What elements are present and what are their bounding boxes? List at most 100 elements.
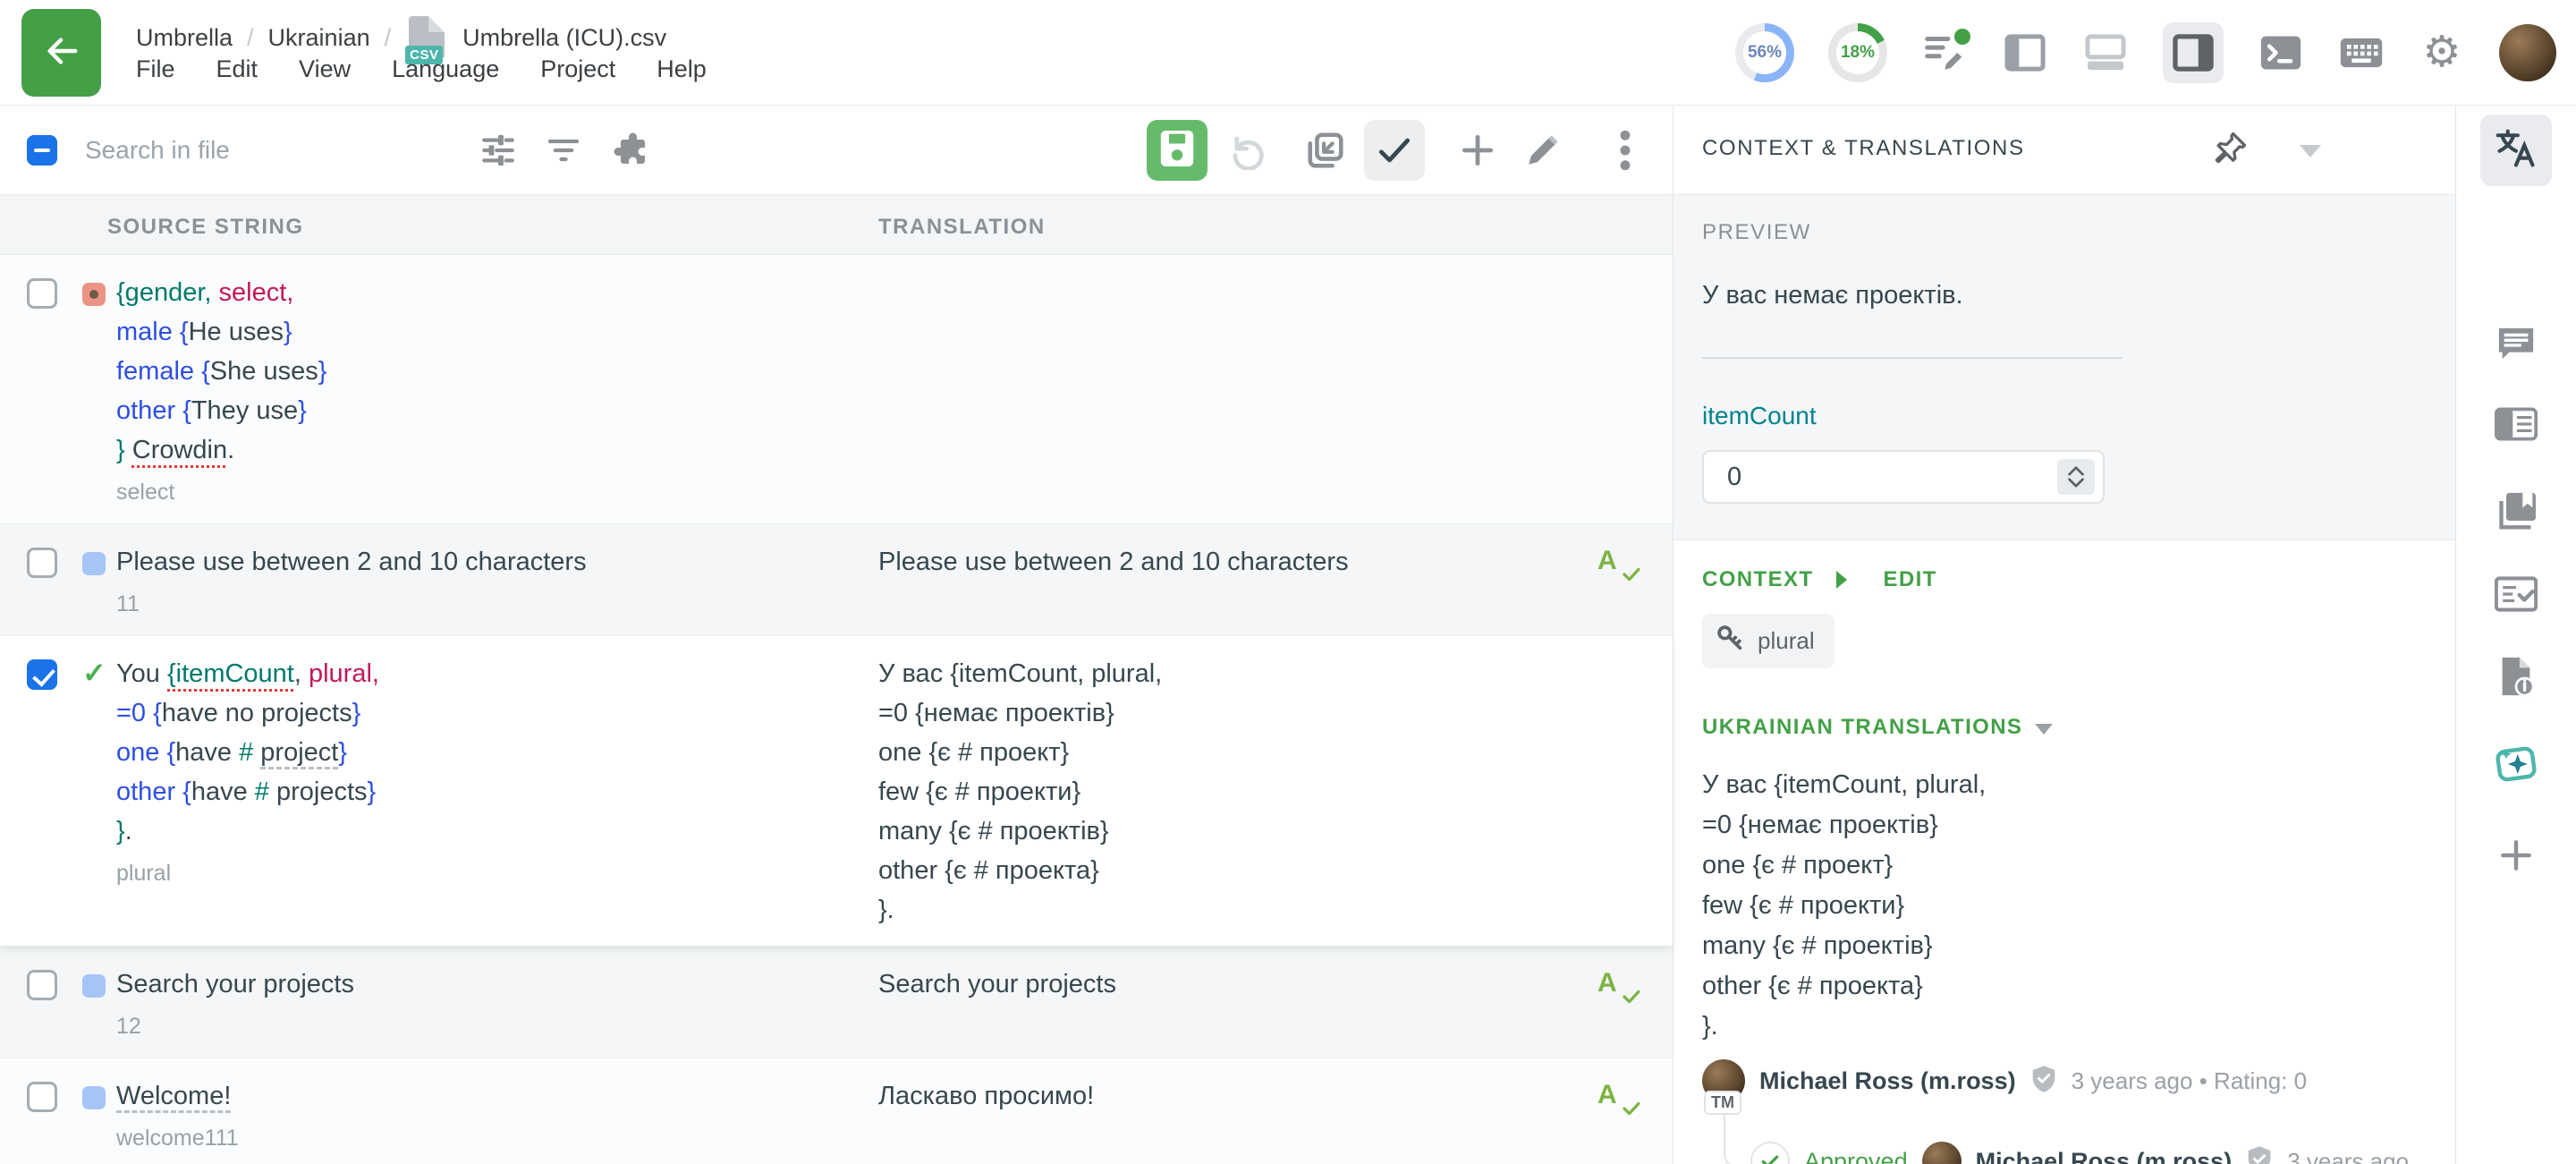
- menu-file[interactable]: File: [136, 55, 175, 83]
- console-button[interactable]: [2258, 30, 2304, 76]
- approve-button[interactable]: [1364, 120, 1425, 181]
- breadcrumb-item[interactable]: Umbrella: [136, 24, 233, 52]
- translate-icon: [2495, 127, 2538, 174]
- table-row[interactable]: Welcome!welcome111Ласкаво просимо!A: [0, 1058, 1673, 1164]
- panel-options-chevron-icon[interactable]: [2300, 145, 2321, 157]
- status-translated-icon: [82, 552, 106, 575]
- source-string-cell: {gender, select,male {He uses}female {Sh…: [0, 255, 878, 523]
- number-spinner[interactable]: [2057, 459, 2095, 495]
- approved-label: Approved: [1804, 1148, 1908, 1164]
- chevron-down-icon: [2035, 724, 2053, 735]
- layout-bottom-panel-button[interactable]: [2082, 30, 2129, 76]
- breadcrumb-file-name[interactable]: Umbrella (ICU).csv: [462, 24, 666, 52]
- add-panel-button[interactable]: [2480, 821, 2552, 893]
- qa-checklist-icon: [2495, 576, 2538, 616]
- drafts-button[interactable]: [1921, 30, 1968, 76]
- context-expand-icon[interactable]: [1836, 571, 1847, 589]
- edit-context-link[interactable]: EDIT: [1883, 567, 1936, 592]
- tab-file-info[interactable]: [2480, 642, 2552, 714]
- string-key: welcome111: [116, 1123, 843, 1153]
- status-translated-icon: [82, 1086, 106, 1109]
- select-all-checkbox[interactable]: [27, 135, 57, 166]
- row-checkbox[interactable]: [27, 659, 57, 690]
- tab-tm-suggestions[interactable]: [2480, 390, 2552, 462]
- notification-dot: [1952, 26, 1973, 47]
- file-info-icon: [2496, 656, 2536, 701]
- suggestion-rating: Rating: 0: [2214, 1067, 2307, 1094]
- tab-translations[interactable]: [2480, 115, 2552, 186]
- pin-icon[interactable]: [2210, 129, 2250, 173]
- user-avatar[interactable]: [2499, 24, 2556, 81]
- translation-cell: У вас {itemCount, plural,=0 {немає проек…: [878, 636, 1673, 946]
- more-options-button[interactable]: [1595, 120, 1656, 181]
- tab-comments[interactable]: [2480, 310, 2552, 382]
- approver-avatar: [1922, 1142, 1962, 1164]
- translation-cell: Ласкаво просимо!A: [878, 1058, 1673, 1164]
- string-key: plural: [116, 858, 843, 888]
- approved-check-icon: [1750, 1142, 1790, 1164]
- tab-glossary[interactable]: [2480, 477, 2552, 548]
- approver-name: Michael Ross (m.ross): [1976, 1148, 2233, 1164]
- search-input[interactable]: [85, 123, 425, 177]
- shield-icon: [2030, 1065, 2057, 1098]
- tab-ai-assistant[interactable]: [2480, 730, 2552, 802]
- crowdin-editor: Umbrella/Ukrainian/CSVUmbrella (ICU).csv…: [0, 0, 2576, 1164]
- breadcrumb: Umbrella/Ukrainian/CSVUmbrella (ICU).csv: [136, 16, 666, 59]
- param-value-input[interactable]: 0: [1702, 450, 2105, 504]
- menu-help[interactable]: Help: [657, 55, 707, 83]
- preview-divider: [1702, 357, 2123, 359]
- translations-heading[interactable]: UKRAINIAN TRANSLATIONS: [1702, 715, 2427, 740]
- menu-language[interactable]: Language: [392, 55, 499, 83]
- context-link[interactable]: CONTEXT: [1702, 567, 1813, 592]
- breadcrumb-item[interactable]: Ukrainian: [268, 24, 370, 52]
- suggested-translation-text: У вас {itemCount, plural,=0 {немає проек…: [1702, 765, 2427, 1047]
- csv-file-icon: CSV: [409, 16, 445, 59]
- translation-cell: Please use between 2 and 10 charactersA: [878, 524, 1673, 635]
- panel-header: CONTEXT & TRANSLATIONS: [1674, 106, 2455, 195]
- row-checkbox[interactable]: [27, 1082, 57, 1112]
- keyboard-shortcuts-button[interactable]: [2338, 30, 2385, 76]
- menu-edit[interactable]: Edit: [216, 55, 258, 83]
- shield-icon: [2246, 1145, 2273, 1164]
- table-row[interactable]: ✓You {itemCount, plural,=0 {have no proj…: [0, 636, 1673, 947]
- row-checkbox[interactable]: [27, 278, 57, 309]
- top-bar: Umbrella/Ukrainian/CSVUmbrella (ICU).csv…: [0, 0, 2576, 106]
- plugins-button[interactable]: [601, 120, 662, 181]
- table-header: SOURCE STRING TRANSLATION: [0, 195, 1673, 255]
- back-arrow-icon: [41, 30, 82, 76]
- preview-label: PREVIEW: [1702, 220, 2419, 245]
- approved-progress-ring[interactable]: 18%: [1828, 23, 1887, 82]
- back-button[interactable]: [21, 9, 101, 97]
- approval-time: 3 years ago: [2287, 1148, 2409, 1164]
- translation-suggestion: TM Michael Ross (m.ross) 3 years ago • R…: [1702, 1059, 2427, 1164]
- settings-button[interactable]: ⚙: [2419, 30, 2465, 76]
- layout-left-panel-button[interactable]: [2002, 30, 2048, 76]
- preview-section: PREVIEW У вас немає проектів. itemCount …: [1674, 195, 2455, 540]
- row-checkbox[interactable]: [27, 548, 57, 578]
- undo-button[interactable]: [1215, 120, 1275, 181]
- status-approved-icon: ✓: [82, 661, 106, 684]
- string-key-chip[interactable]: plural: [1702, 614, 1835, 668]
- strings-list-area: SOURCE STRING TRANSLATION {gender, selec…: [0, 106, 1673, 1164]
- table-row[interactable]: Search your projects12Search your projec…: [0, 947, 1673, 1058]
- menu-project[interactable]: Project: [540, 55, 615, 83]
- edit-string-button[interactable]: [1513, 120, 1573, 181]
- tab-qa-checks[interactable]: [2480, 560, 2552, 632]
- layout-right-panel-button[interactable]: [2163, 22, 2224, 83]
- display-settings-button[interactable]: [468, 120, 529, 181]
- add-string-button[interactable]: [1447, 120, 1508, 181]
- table-row[interactable]: {gender, select,male {He uses}female {Sh…: [0, 255, 1673, 524]
- menu-view[interactable]: View: [299, 55, 351, 83]
- translator-avatar: TM: [1702, 1059, 1745, 1102]
- string-key: 11: [116, 589, 843, 619]
- filter-button[interactable]: [533, 120, 594, 181]
- translated-progress-ring[interactable]: 56%: [1735, 23, 1794, 82]
- key-icon: [1715, 623, 1745, 659]
- side-tools-strip: [2455, 106, 2575, 1164]
- status-untranslated-icon: [82, 283, 106, 306]
- save-button[interactable]: [1147, 120, 1208, 181]
- row-checkbox[interactable]: [27, 970, 57, 1000]
- table-row[interactable]: Please use between 2 and 10 characters11…: [0, 524, 1673, 636]
- copy-source-button[interactable]: [1295, 120, 1356, 181]
- gear-icon: ⚙: [2422, 31, 2461, 74]
